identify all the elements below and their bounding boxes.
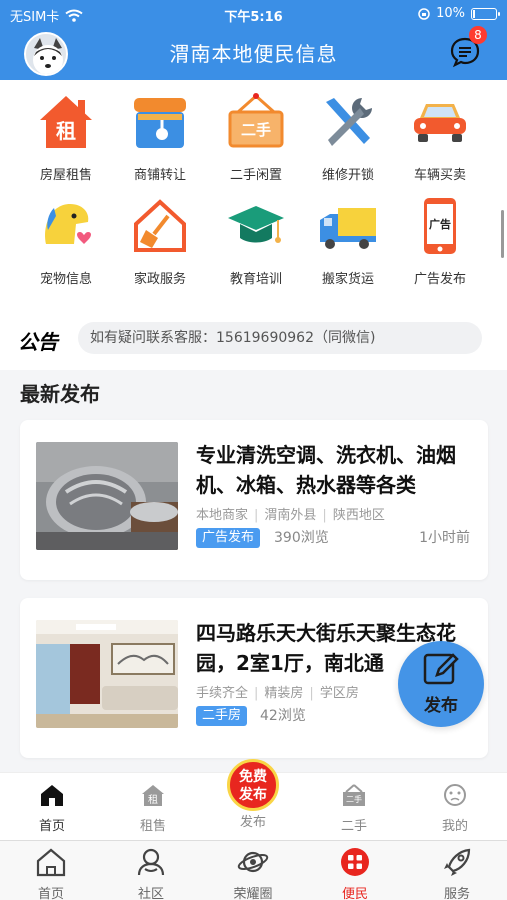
- category-label: 家政服务: [133, 272, 186, 287]
- main-tab-service[interactable]: 服务: [412, 847, 502, 900]
- category-education[interactable]: 教育培训: [206, 194, 306, 287]
- rent-house-icon: 租: [142, 785, 164, 806]
- main-tab-home[interactable]: 首页: [6, 847, 96, 900]
- car-icon: [414, 104, 466, 142]
- edit-icon: [423, 653, 459, 685]
- secondhand-sign-icon: 二手: [343, 784, 365, 806]
- category-grid: 租 房屋租售 商铺转让 二手 二手闲置 维修开锁 车辆买卖 宠物信息 家政服务 …: [0, 80, 507, 300]
- category-moving[interactable]: 搬家货运: [298, 194, 398, 287]
- grid-icon: [341, 848, 369, 876]
- post-tag: 广告发布: [196, 528, 261, 548]
- free-publish-icon[interactable]: 免费 发布: [227, 759, 279, 811]
- shop-icon: [134, 98, 186, 148]
- category-vehicle-trade[interactable]: 车辆买卖: [390, 90, 490, 183]
- main-tab-community[interactable]: 社区: [106, 847, 196, 900]
- post-meta: 本地商家 | 渭南外县 | 陕西地区: [196, 508, 385, 523]
- svg-text:租: 租: [148, 793, 158, 806]
- phone-ad-icon: 广告: [424, 198, 456, 254]
- category-label: 房屋租售: [39, 168, 92, 183]
- svg-text:二手: 二手: [241, 121, 271, 139]
- page-title: 渭南本地便民信息: [169, 42, 338, 66]
- post-tag: 二手房: [196, 706, 248, 726]
- svg-text:广告: 广告: [429, 217, 451, 231]
- inner-tab-mine[interactable]: 我的: [415, 783, 495, 834]
- post-views: 390浏览: [274, 530, 329, 546]
- category-label: 二手闲置: [229, 168, 282, 183]
- category-label: 教育培训: [229, 272, 282, 287]
- truck-icon: [320, 208, 376, 249]
- category-label: 广告发布: [413, 272, 466, 287]
- status-bar: 无SIM卡 下午5:16 10%: [0, 6, 507, 25]
- notice-bar: 公告 如有疑问联系客服：15619690962（同微信): [0, 300, 507, 370]
- post-time: 1小时前: [419, 530, 470, 546]
- scrollbar[interactable]: [501, 210, 504, 258]
- category-pets[interactable]: 宠物信息: [16, 194, 116, 287]
- inner-tab-bar: 首页 租 租售 发布 免费 发布 二手 二手 我的: [0, 759, 507, 840]
- post-thumbnail: [36, 620, 178, 728]
- category-label: 车辆买卖: [413, 168, 466, 183]
- post-thumbnail: [36, 442, 178, 550]
- pet-icon: [45, 204, 91, 244]
- svg-text:租: 租: [56, 119, 76, 143]
- rent-house-icon: 租: [40, 96, 92, 148]
- post-meta: 手续齐全 | 精装房 | 学区房: [196, 686, 359, 701]
- post-card[interactable]: 专业清洗空调、洗衣机、油烟机、冰箱、热水器等各类 本地商家 | 渭南外县 | 陕西地区 …: [20, 420, 488, 580]
- top-bar: 无SIM卡 下午5:16 10% 渭南本地便民信息 8: [0, 0, 507, 80]
- notice-text[interactable]: 如有疑问联系客服：15619690962（同微信): [78, 322, 482, 354]
- category-label: 商铺转让: [133, 168, 186, 183]
- main-tab-convenience[interactable]: 便民: [310, 847, 400, 900]
- graduation-cap-icon: [228, 206, 284, 243]
- publish-fab[interactable]: 发布: [398, 641, 484, 727]
- inner-tab-secondhand[interactable]: 二手 二手: [314, 783, 394, 834]
- category-housekeeping[interactable]: 家政服务: [110, 194, 210, 287]
- category-repair-unlock[interactable]: 维修开锁: [298, 90, 398, 183]
- home-outline-icon: [36, 848, 66, 877]
- category-secondhand[interactable]: 二手 二手闲置: [206, 90, 306, 183]
- orientation-lock-icon: [418, 7, 430, 20]
- category-label: 宠物信息: [39, 272, 92, 287]
- messages-button[interactable]: 8: [449, 26, 487, 68]
- battery-percent: 10%: [436, 6, 465, 21]
- category-shop-transfer[interactable]: 商铺转让: [110, 90, 210, 183]
- broom-house-icon: [134, 199, 186, 252]
- inner-tab-home[interactable]: 首页: [12, 783, 92, 834]
- main-tab-bar: 首页 社区 荣耀圈 便民 服务: [0, 840, 507, 900]
- community-icon: [137, 848, 165, 876]
- tools-icon: [326, 98, 372, 146]
- category-label: 维修开锁: [321, 168, 374, 183]
- notice-tag: 公告: [18, 330, 58, 354]
- inner-tab-rent[interactable]: 租 租售: [113, 783, 193, 834]
- rocket-icon: [444, 848, 471, 876]
- message-count-badge: 8: [469, 26, 487, 44]
- main-tab-honor-circle[interactable]: 荣耀圈: [208, 847, 298, 900]
- svg-text:二手: 二手: [346, 794, 362, 804]
- category-label: 搬家货运: [321, 272, 374, 287]
- secondhand-sign-icon: 二手: [228, 93, 284, 148]
- category-ad-publish[interactable]: 广告 广告发布: [390, 194, 490, 287]
- planet-icon: [237, 851, 269, 873]
- post-title: 专业清洗空调、洗衣机、油烟机、冰箱、热水器等各类: [196, 443, 456, 497]
- face-icon: [444, 784, 466, 806]
- section-title: 最新发布: [20, 382, 100, 406]
- post-views: 42浏览: [260, 708, 306, 724]
- home-icon: [41, 785, 63, 806]
- category-rent-sale[interactable]: 租 房屋租售: [16, 90, 116, 183]
- battery-icon: [471, 7, 500, 20]
